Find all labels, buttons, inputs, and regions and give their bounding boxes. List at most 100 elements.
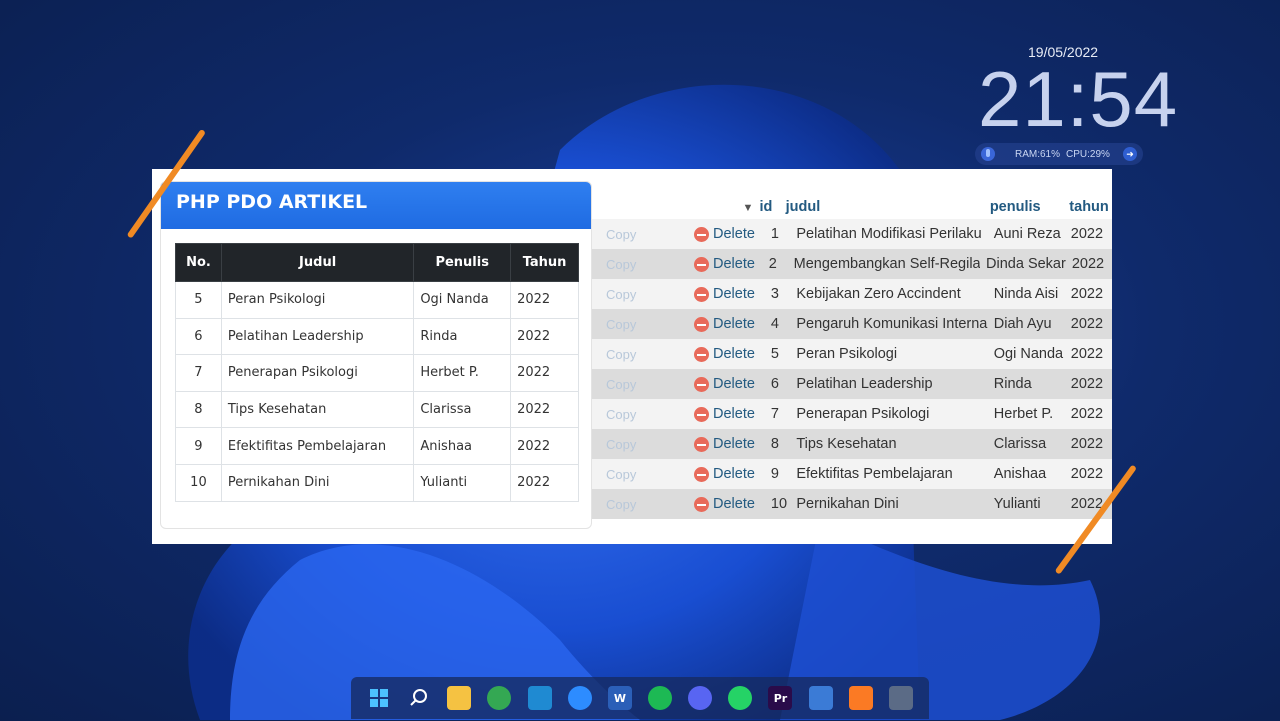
table-row: 5 Peran Psikologi Ogi Nanda 2022: [175, 281, 579, 319]
delete-link[interactable]: Delete: [713, 286, 755, 302]
cell-judul: Pelatihan Modifikasi Perilaku: [796, 226, 982, 242]
zoom-icon[interactable]: [567, 686, 592, 710]
cell-penulis: Ogi Nanda: [993, 346, 1064, 362]
cell-penulis: Clarissa: [413, 390, 512, 429]
delete-icon[interactable]: [694, 436, 709, 452]
article-table: No. Judul Penulis Tahun 5 Peran Psikologi…: [175, 243, 579, 502]
discord-icon[interactable]: [688, 686, 713, 710]
delete-icon[interactable]: [694, 496, 709, 512]
delete-link[interactable]: Delete: [713, 226, 755, 242]
cell-id: 9: [770, 466, 779, 482]
table-header-row: No. Judul Penulis Tahun: [175, 243, 579, 282]
cell-penulis: Herbet P.: [993, 406, 1054, 422]
sort-arrow-icon[interactable]: ▼: [743, 202, 754, 214]
cell-judul: Efektifitas Pembelajaran: [796, 466, 953, 482]
cell-id: 2: [768, 256, 777, 272]
cell-penulis: Rinda: [413, 317, 512, 356]
microphone-icon[interactable]: [981, 147, 995, 161]
table-header: ▼ id judul penulis tahun: [592, 195, 1112, 219]
cell-penulis: Anishaa: [413, 427, 512, 465]
cell-judul: Pelatihan Leadership: [220, 317, 415, 356]
column-judul[interactable]: judul: [782, 199, 984, 215]
card-title: PHP PDO ARTIKEL: [161, 182, 591, 229]
cell-id: 1: [770, 226, 779, 242]
cpu-usage: CPU:29%: [1066, 148, 1110, 160]
spotify-icon[interactable]: [648, 686, 673, 710]
premiere-icon[interactable]: Pr: [768, 686, 793, 710]
delete-icon[interactable]: [694, 316, 709, 332]
header-judul: Judul: [220, 243, 415, 282]
delete-link[interactable]: Delete: [713, 256, 755, 272]
cell-tahun: 2022: [510, 390, 579, 429]
content-panel: ▼ id judul penulis tahun Copy Delete 1 Pela…: [152, 169, 1112, 544]
header-no: No.: [175, 243, 222, 282]
cell-judul: Pengaruh Komunikasi Internal: [796, 316, 988, 332]
file-explorer-icon[interactable]: [447, 686, 472, 710]
table-row: Copy Delete 5 Peran Psikologi Ogi Nanda 2022: [592, 339, 1112, 369]
table-row: Copy Delete 9 Efektifitas Pembelajaran Anish…: [592, 459, 1112, 489]
cell-tahun: 2022: [1070, 226, 1104, 242]
calculator-icon[interactable]: [888, 686, 913, 710]
table-row: 9 Efektifitas Pembelajaran Anishaa 2022: [175, 427, 579, 465]
cell-judul: Efektifitas Pembelajaran: [220, 427, 415, 465]
cell-penulis: Herbet P.: [413, 354, 512, 392]
taskbar: W Pr: [351, 677, 929, 719]
arrow-right-icon[interactable]: ➜: [1123, 147, 1137, 161]
cell-id: 3: [770, 286, 779, 302]
clock-time: 21:54: [978, 55, 1179, 143]
cell-no: 7: [175, 354, 222, 392]
table-row: Copy Delete 6 Pelatihan Leadership Rinda 2022: [592, 369, 1112, 399]
cell-penulis: Auni Reza: [993, 226, 1061, 242]
cell-id: 7: [770, 406, 779, 422]
cell-judul: Pernikahan Dini: [220, 463, 415, 502]
delete-icon[interactable]: [694, 466, 709, 482]
delete-link[interactable]: Delete: [713, 466, 755, 482]
column-tahun[interactable]: tahun: [1063, 199, 1112, 215]
cell-penulis: Anishaa: [993, 466, 1047, 482]
delete-link[interactable]: Delete: [713, 316, 755, 332]
cell-no: 8: [175, 390, 222, 429]
cell-tahun: 2022: [1070, 466, 1104, 482]
delete-link[interactable]: Delete: [713, 406, 755, 422]
xampp-icon[interactable]: [848, 686, 873, 710]
delete-link[interactable]: Delete: [713, 436, 755, 452]
cell-id: 10: [770, 496, 788, 512]
remote-desktop-icon[interactable]: [808, 686, 833, 710]
cell-tahun: 2022: [1070, 376, 1104, 392]
cell-id: 4: [770, 316, 779, 332]
delete-icon[interactable]: [694, 226, 709, 242]
chrome-icon[interactable]: [487, 686, 512, 710]
word-icon[interactable]: W: [607, 686, 632, 710]
cell-tahun: 2022: [1070, 406, 1104, 422]
cell-tahun: 2022: [1070, 436, 1104, 452]
delete-link[interactable]: Delete: [713, 346, 755, 362]
search-icon[interactable]: [407, 686, 431, 710]
cell-judul: Penerapan Psikologi: [796, 406, 930, 422]
delete-icon[interactable]: [694, 286, 709, 302]
cell-no: 9: [175, 427, 222, 465]
cell-penulis: Rinda: [993, 376, 1032, 392]
delete-icon[interactable]: [694, 256, 709, 272]
cell-judul: Tips Kesehatan: [220, 390, 415, 429]
cell-penulis: Ogi Nanda: [413, 281, 512, 319]
delete-link[interactable]: Delete: [713, 376, 755, 392]
cell-tahun: 2022: [510, 354, 579, 392]
delete-link[interactable]: Delete: [713, 496, 755, 512]
cell-judul: Penerapan Psikologi: [220, 354, 415, 392]
cell-tahun: 2022: [1070, 346, 1104, 362]
delete-icon[interactable]: [694, 376, 709, 392]
cell-judul: Mengembangkan Self-Regilations: [793, 256, 981, 272]
column-id[interactable]: id: [759, 199, 781, 215]
delete-icon[interactable]: [694, 406, 709, 422]
cell-penulis: Ninda Aisi: [993, 286, 1059, 302]
whatsapp-icon[interactable]: [728, 686, 753, 710]
vscode-icon[interactable]: [527, 686, 552, 710]
cell-penulis: Clarissa: [993, 436, 1047, 452]
table-row: CopyDelete2Mengembangkan Self-Regilation…: [592, 249, 1112, 279]
table-body: Copy Delete 1 Pelatihan Modifikasi Perilaku…: [592, 219, 1112, 519]
cell-tahun: 2022: [510, 281, 579, 319]
start-icon[interactable]: [367, 686, 391, 710]
column-penulis[interactable]: penulis: [984, 199, 1063, 215]
delete-icon[interactable]: [694, 346, 709, 362]
cell-tahun: 2022: [1070, 316, 1104, 332]
